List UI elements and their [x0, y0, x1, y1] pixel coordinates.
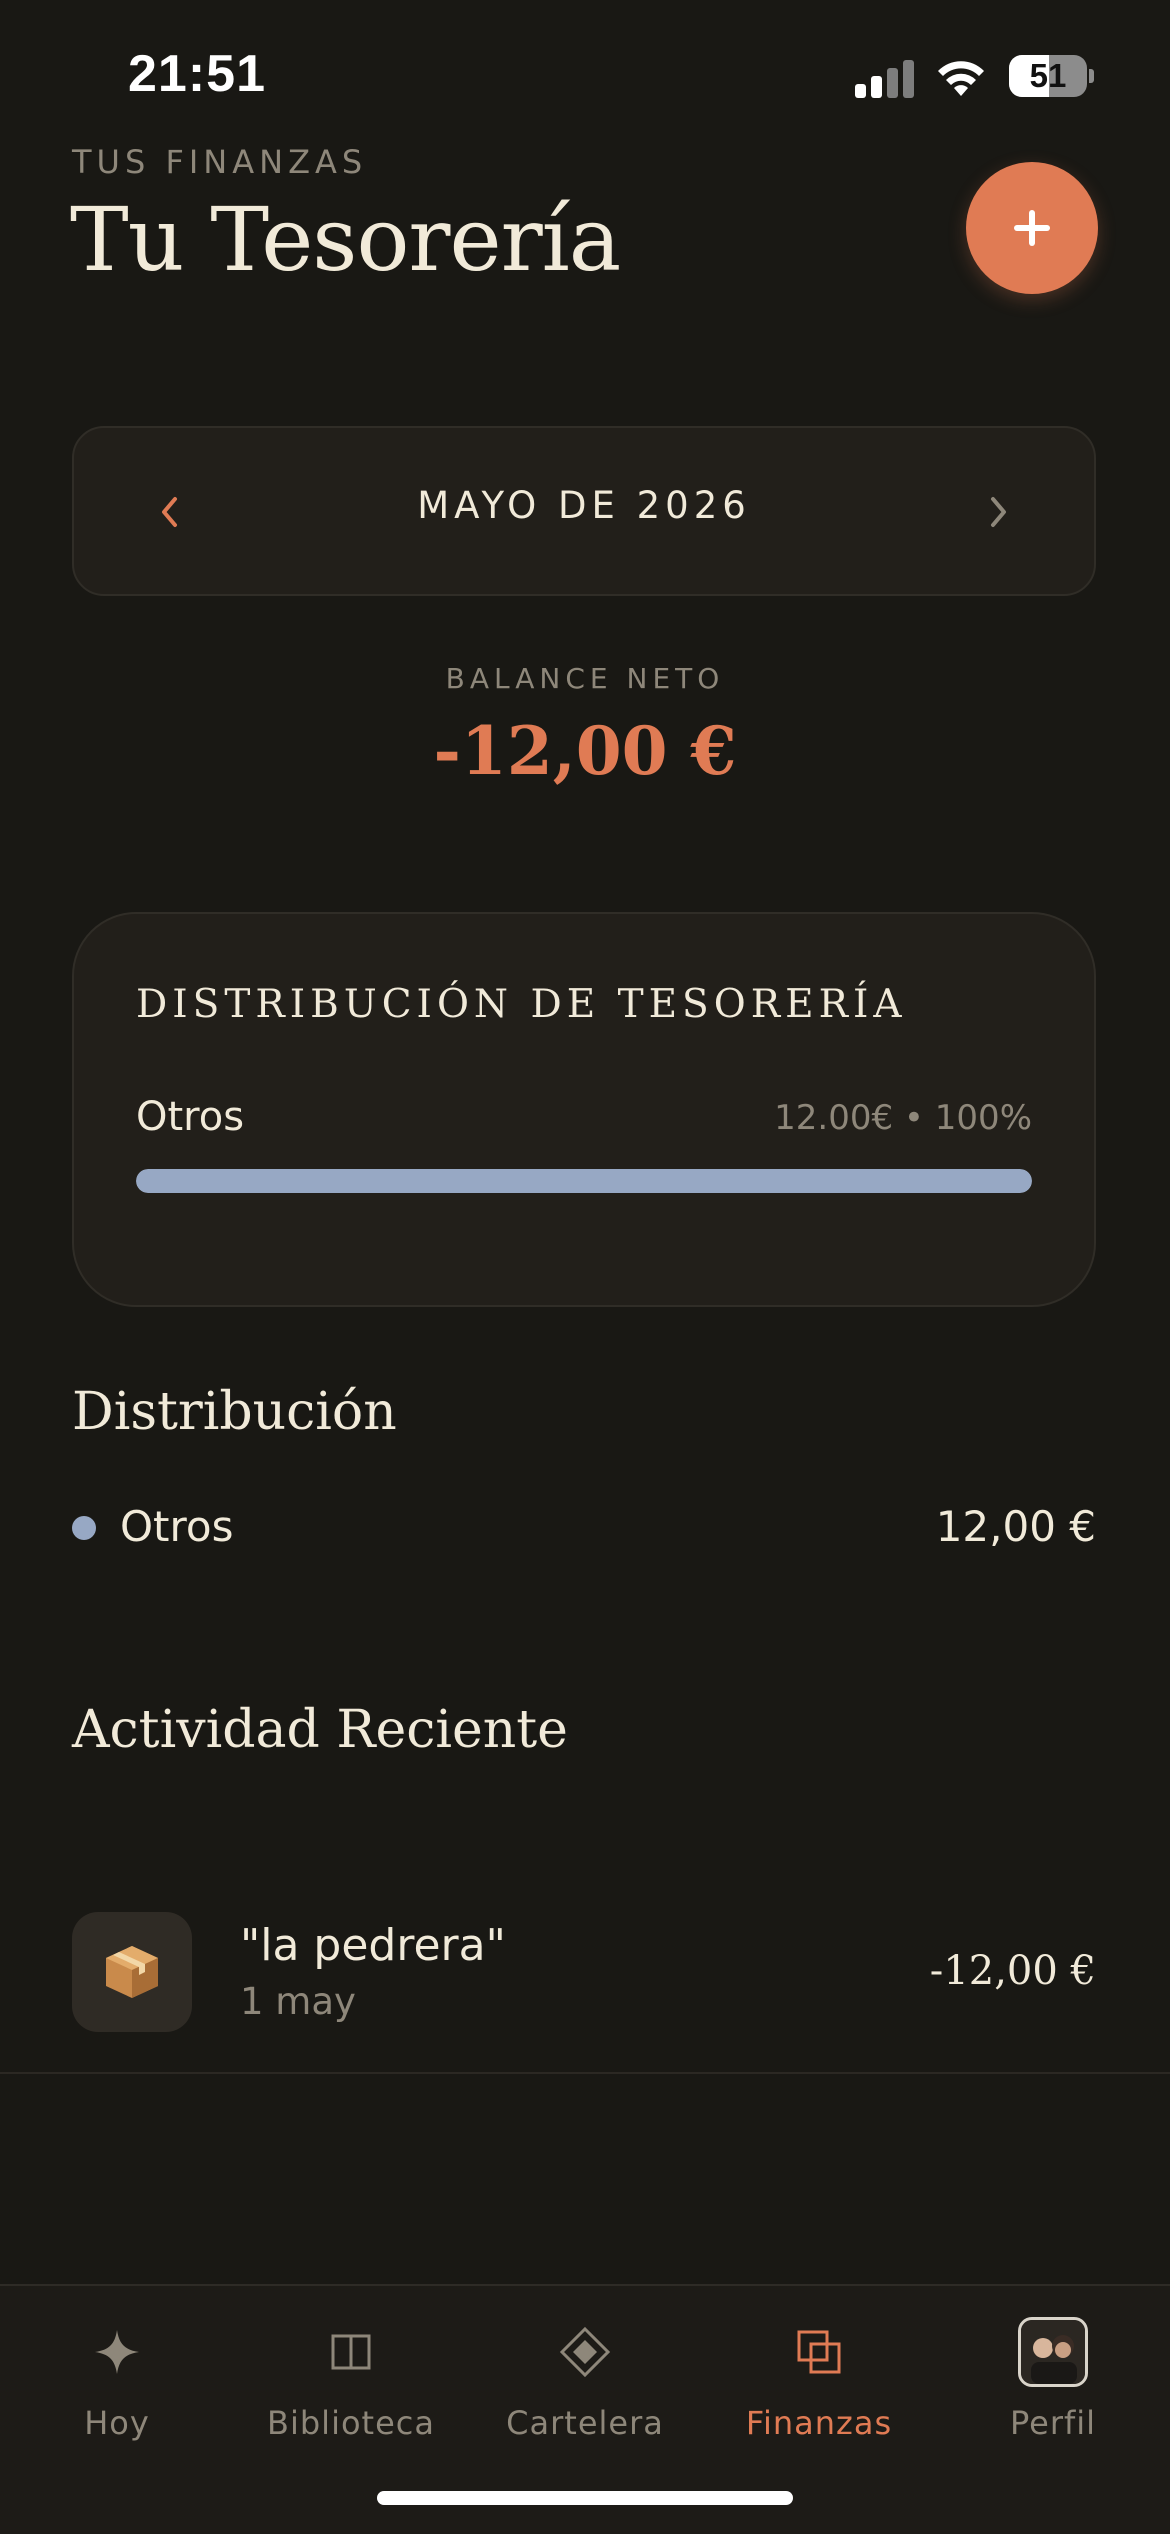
- distribution-card: DISTRIBUCIÓN DE TESORERÍA Otros 12.00€ •…: [72, 912, 1096, 1307]
- next-month-button[interactable]: [974, 474, 1024, 550]
- page-eyebrow: TUS FINANZAS: [72, 143, 368, 181]
- activity-item-title[interactable]: "la pedrera": [240, 1920, 506, 1971]
- stacked-squares-icon: [702, 2312, 936, 2392]
- distribution-section-title: Distribución: [72, 1382, 397, 1442]
- tab-perfil[interactable]: Perfil: [936, 2286, 1170, 2486]
- distribution-progress-fill: [136, 1169, 1032, 1193]
- tab-label: Finanzas: [745, 2404, 893, 2442]
- legend-item-label: Otros: [120, 1502, 234, 1551]
- distribution-progress-track: [136, 1169, 1032, 1193]
- avatar: [1018, 2317, 1088, 2387]
- diamond-icon: [468, 2312, 702, 2392]
- chevron-right-icon: [991, 497, 1006, 527]
- month-selector: MAYO DE 2026: [72, 426, 1096, 596]
- activity-divider: [0, 2072, 1170, 2074]
- tab-label: Biblioteca: [267, 2404, 435, 2442]
- sparkle-icon: [0, 2312, 234, 2392]
- wifi-icon: [935, 56, 987, 98]
- page-title: Tu Tesorería: [70, 188, 621, 291]
- tab-icon-wrap: [936, 2312, 1170, 2392]
- legend-item-value: 12,00 €: [935, 1502, 1096, 1551]
- activity-item-date: 1 may: [240, 1980, 356, 2023]
- activity-item-icon[interactable]: [72, 1912, 192, 2032]
- status-time: 21:51: [128, 45, 266, 103]
- tab-label: Perfil: [1009, 2404, 1097, 2442]
- tab-finanzas[interactable]: Finanzas: [702, 2286, 936, 2486]
- tab-hoy[interactable]: Hoy: [0, 2286, 234, 2486]
- balance-label: BALANCE NETO: [445, 662, 725, 695]
- distribution-row-label: Otros: [136, 1094, 245, 1140]
- battery-tip: [1089, 69, 1094, 83]
- cellular-signal-icon: [855, 58, 915, 98]
- tab-biblioteca[interactable]: Biblioteca: [234, 2286, 468, 2486]
- category-color-dot: [72, 1516, 96, 1540]
- book-icon: [234, 2312, 468, 2392]
- distribution-card-title: DISTRIBUCIÓN DE TESORERÍA: [136, 982, 907, 1027]
- tab-cartelera[interactable]: Cartelera: [468, 2286, 702, 2486]
- home-indicator: [377, 2491, 793, 2505]
- tab-label: Cartelera: [506, 2404, 664, 2442]
- distribution-row-meta: 12.00€ • 100%: [774, 1098, 1032, 1138]
- battery-icon: 51: [1009, 55, 1087, 97]
- tab-label: Hoy: [84, 2404, 150, 2442]
- add-transaction-button[interactable]: [966, 162, 1098, 294]
- package-icon: [106, 1946, 158, 1998]
- activity-section-title: Actividad Reciente: [72, 1700, 568, 1760]
- plus-icon: [1014, 210, 1050, 246]
- balance-value: -12,00 €: [433, 712, 737, 790]
- month-label: MAYO DE 2026: [417, 484, 751, 527]
- battery-level: 51: [1029, 57, 1067, 94]
- activity-item-amount: -12,00 €: [929, 1948, 1096, 1994]
